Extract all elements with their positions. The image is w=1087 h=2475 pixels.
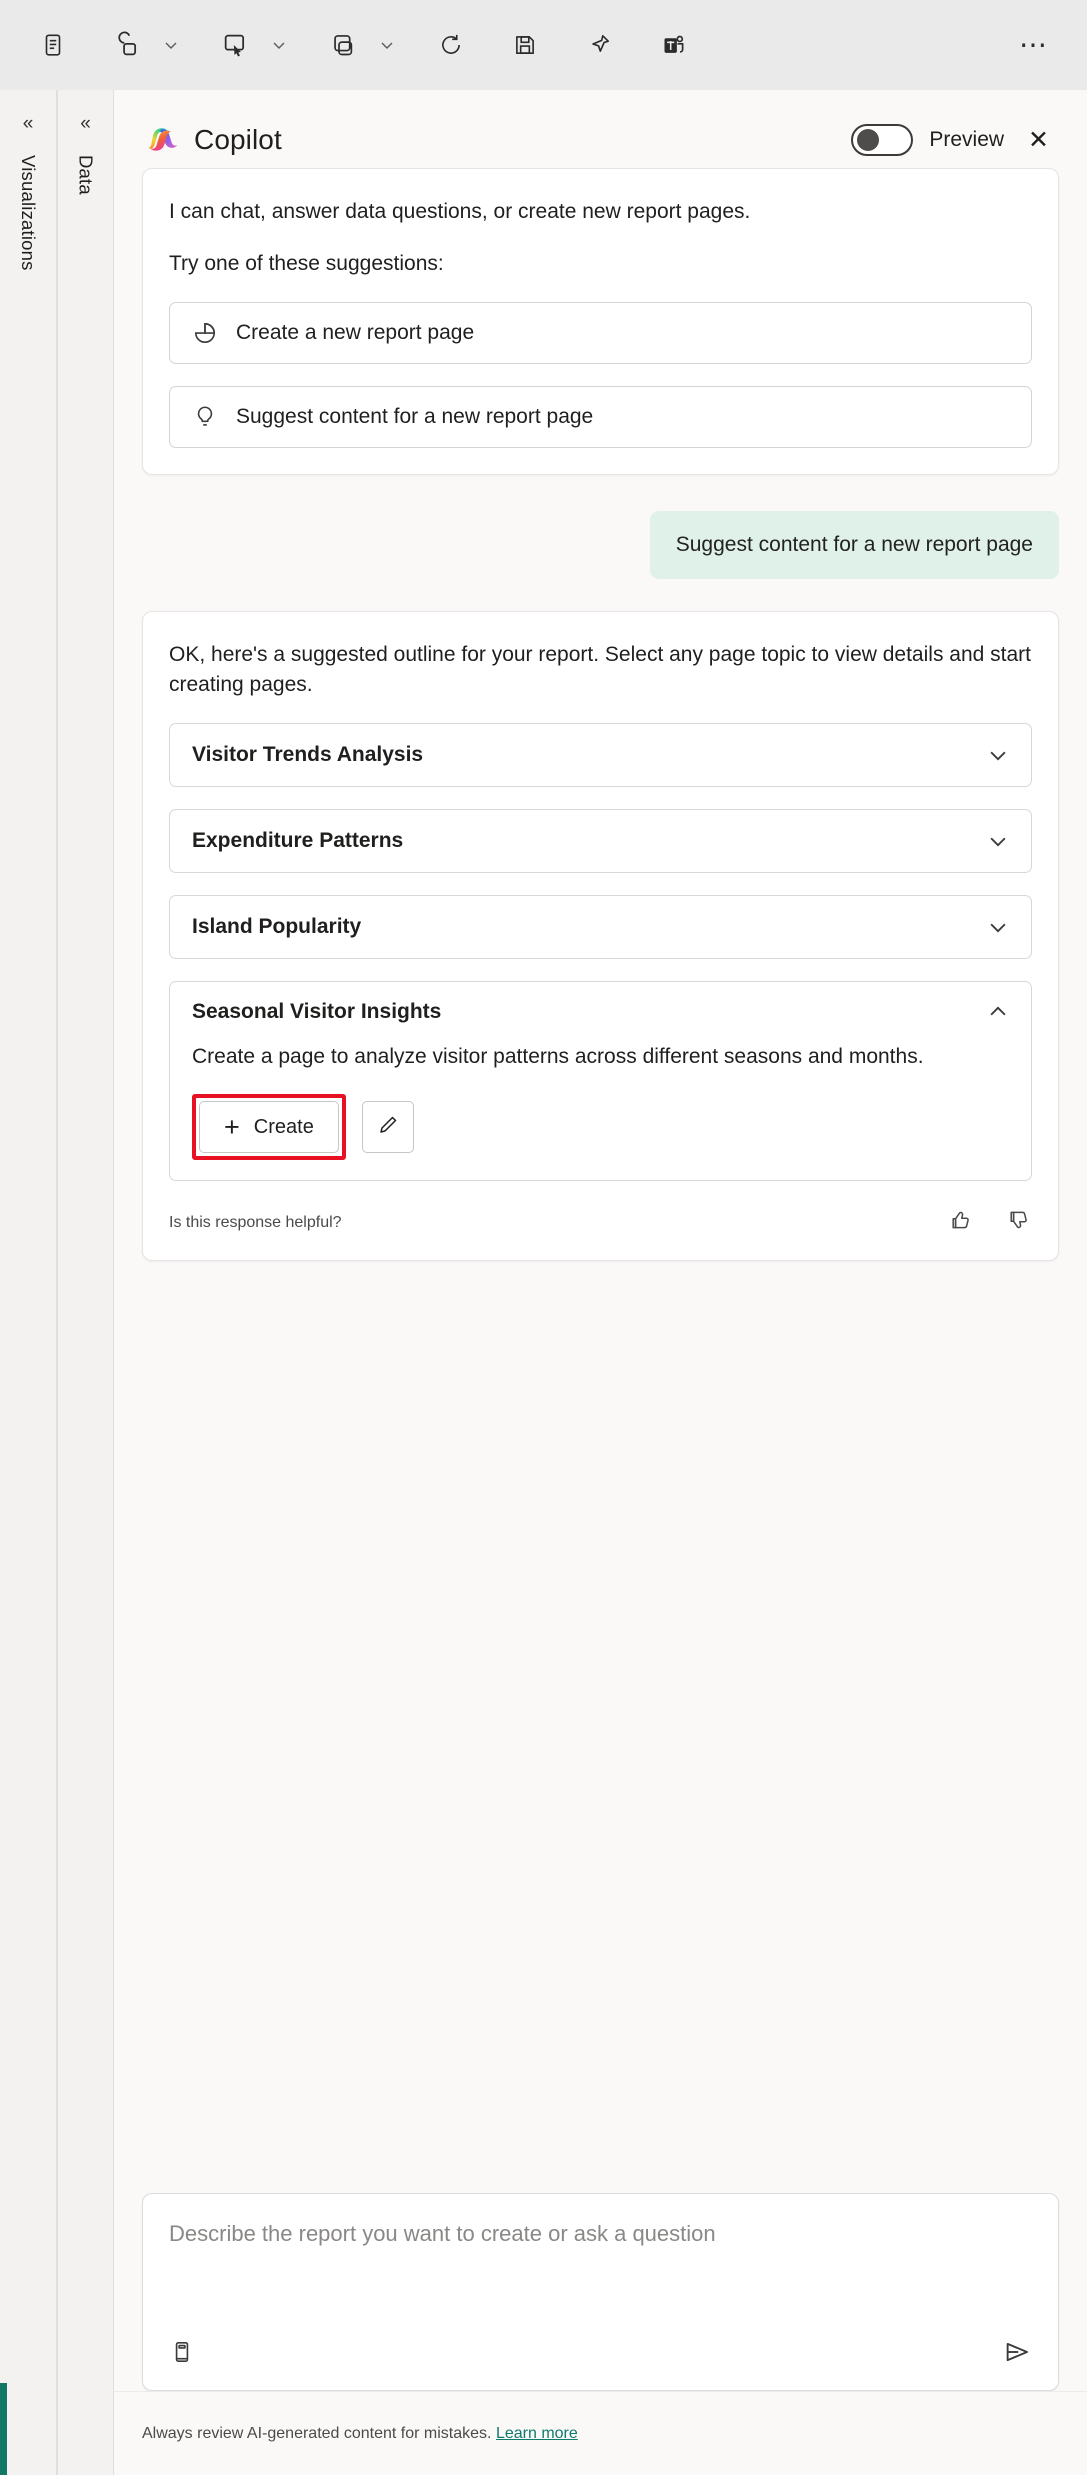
lightbulb-icon <box>192 404 218 430</box>
chevron-down-icon[interactable] <box>987 916 1009 938</box>
pin-icon[interactable] <box>572 18 626 72</box>
visualizations-pane-collapsed[interactable]: « Visualizations <box>0 90 57 2475</box>
prompt-guide-icon[interactable] <box>169 2339 195 2370</box>
edit-button[interactable] <box>361 1101 414 1154</box>
copilot-response-card: OK, here's a suggested outline for your … <box>142 610 1059 1262</box>
topic-body: Create a page to analyze visitor pattern… <box>170 1042 1031 1180</box>
topic-actions: + Create <box>192 1094 1009 1161</box>
send-icon[interactable] <box>1002 2337 1032 2372</box>
topic-header[interactable]: Seasonal Visitor Insights <box>170 982 1031 1042</box>
suggestion-label: Create a new report page <box>236 320 475 344</box>
preview-label: Preview <box>929 128 1005 151</box>
data-pane-label: Data <box>75 155 97 195</box>
copy-visual-chevron-down-icon[interactable] <box>154 18 188 72</box>
feedback-prompt: Is this response helpful? <box>169 1213 342 1231</box>
suggestion-create-report-page[interactable]: Create a new report page <box>169 301 1032 364</box>
topic-header[interactable]: Island Popularity <box>170 896 1031 958</box>
learn-more-link[interactable]: Learn more <box>496 2425 578 2443</box>
topic-title: Visitor Trends Analysis <box>192 742 424 766</box>
chevron-down-icon[interactable] <box>987 744 1009 766</box>
copy-visual-icon[interactable] <box>100 18 154 72</box>
data-pane-collapsed[interactable]: « Data <box>57 90 114 2475</box>
topic-header[interactable]: Expenditure Patterns <box>170 810 1031 872</box>
teams-chat-icon[interactable] <box>646 18 700 72</box>
thumbs-up-icon[interactable] <box>948 1207 974 1238</box>
suggestion-suggest-content[interactable]: Suggest content for a new report page <box>169 385 1032 448</box>
copilot-header-actions: Preview ✕ <box>851 124 1057 156</box>
plus-icon: + <box>224 1111 240 1142</box>
topic-visitor-trends-analysis[interactable]: Visitor Trends Analysis <box>169 722 1032 787</box>
topic-title: Seasonal Visitor Insights <box>192 999 442 1023</box>
composer-actions <box>169 2337 1032 2372</box>
composer[interactable]: Describe the report you want to create o… <box>142 2193 1059 2391</box>
preview-toggle[interactable] <box>851 124 914 156</box>
ai-disclaimer-text: Always review AI-generated content for m… <box>142 2424 492 2442</box>
more-options-button[interactable]: ⋯ <box>1007 18 1061 72</box>
duplicate-page-icon[interactable] <box>316 18 370 72</box>
chat-transcript: I can chat, answer data questions, or cr… <box>114 168 1087 2193</box>
chevron-up-icon[interactable] <box>987 1001 1009 1023</box>
visualizations-pane-label: Visualizations <box>18 155 39 271</box>
workspace-body: « Visualizations « Data Copilot Preview … <box>0 90 1087 2475</box>
selection-accent-bar <box>0 2383 7 2475</box>
duplicate-chevron-down-icon[interactable] <box>370 18 404 72</box>
user-message-bubble: Suggest content for a new report page <box>649 510 1059 579</box>
composer-placeholder[interactable]: Describe the report you want to create o… <box>169 2218 1032 2250</box>
topic-description: Create a page to analyze visitor pattern… <box>192 1044 924 1068</box>
suggestion-label: Suggest content for a new report page <box>236 404 594 428</box>
copilot-pane: Copilot Preview ✕ I can chat, answer dat… <box>114 90 1087 2475</box>
copilot-logo-icon <box>148 128 178 151</box>
create-button-label: Create <box>253 1115 314 1138</box>
create-button[interactable]: + Create <box>199 1101 339 1154</box>
save-icon[interactable] <box>498 18 552 72</box>
topic-island-popularity[interactable]: Island Popularity <box>169 894 1032 959</box>
report-toolbar: ⋯ <box>0 0 1087 90</box>
pencil-icon <box>376 1113 400 1142</box>
copilot-intro-card: I can chat, answer data questions, or cr… <box>142 168 1059 475</box>
paste-chevron-down-icon[interactable] <box>262 18 296 72</box>
preview-toggle-knob <box>857 129 880 151</box>
copilot-title: Copilot <box>194 124 282 155</box>
intro-line-2: Try one of these suggestions: <box>169 252 444 276</box>
topic-title: Expenditure Patterns <box>192 828 404 852</box>
refresh-icon[interactable] <box>424 18 478 72</box>
composer-area: Describe the report you want to create o… <box>114 2193 1087 2391</box>
feedback-row: Is this response helpful? <box>169 1207 1032 1238</box>
chevron-down-icon[interactable] <box>987 830 1009 852</box>
visualizations-collapse-chevron-icon[interactable]: « <box>23 114 34 133</box>
pie-chart-icon <box>192 320 218 346</box>
copilot-footer: Always review AI-generated content for m… <box>114 2391 1087 2475</box>
intro-line-1: I can chat, answer data questions, or cr… <box>169 200 751 223</box>
copilot-header: Copilot Preview ✕ <box>114 90 1087 168</box>
page-view-icon[interactable] <box>26 18 80 72</box>
topic-header[interactable]: Visitor Trends Analysis <box>170 724 1031 786</box>
topic-expenditure-patterns[interactable]: Expenditure Patterns <box>169 808 1032 873</box>
more-options-label: ⋯ <box>1019 28 1049 60</box>
power-bi-report-window: ⋯ « Visualizations « Data Copilot Previe… <box>0 0 1087 2475</box>
response-intro-text: OK, here's a suggested outline for your … <box>169 642 1031 697</box>
thumbs-down-icon[interactable] <box>1006 1207 1032 1238</box>
topic-seasonal-visitor-insights[interactable]: Seasonal Visitor Insights Create a page … <box>169 980 1032 1182</box>
feedback-actions <box>948 1207 1032 1238</box>
close-icon[interactable]: ✕ <box>1020 126 1057 155</box>
data-collapse-chevron-icon[interactable]: « <box>80 114 91 133</box>
create-button-highlight: + Create <box>192 1094 346 1161</box>
topic-title: Island Popularity <box>192 914 362 938</box>
paste-icon[interactable] <box>208 18 262 72</box>
